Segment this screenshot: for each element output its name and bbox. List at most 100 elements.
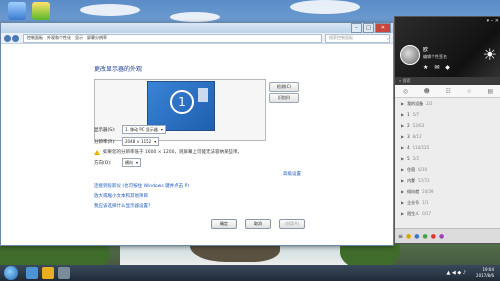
warning-icon <box>94 149 100 155</box>
orientation-value: 横向 <box>125 160 133 165</box>
mail-icon[interactable]: ✉ <box>434 64 439 71</box>
display-select[interactable]: 1. 移动 PC 显示器 ▾ <box>122 125 166 134</box>
chevron-right-icon: ▶ <box>401 189 405 194</box>
group-count: 110/125 <box>412 145 430 150</box>
resolution-select[interactable]: 2048 × 1152 ▾ <box>122 137 160 146</box>
list-item[interactable]: ▶ 企业号 1/1 <box>395 197 500 208</box>
cancel-button[interactable]: 取消 <box>245 219 271 229</box>
app-icon[interactable]: ● <box>431 233 436 240</box>
group-name: 2 <box>407 123 410 128</box>
orientation-select[interactable]: 横向 ▾ <box>122 158 142 167</box>
menu-icon[interactable]: ≡ <box>398 233 403 240</box>
tab-contacts-icon[interactable]: ☻ <box>424 88 430 95</box>
back-icon[interactable] <box>4 34 11 42</box>
list-item[interactable]: ▶ 5 2/2 <box>395 153 500 164</box>
list-item[interactable]: ▶ 内蒙 57/73 <box>395 175 500 186</box>
list-item[interactable]: ▶ 3 8/12 <box>395 131 500 142</box>
window-controls[interactable]: ▾ – ✕ <box>487 18 499 24</box>
chevron-right-icon: ▶ <box>401 123 405 128</box>
list-item[interactable]: ▶ 住宿 6/10 <box>395 164 500 175</box>
app-icon[interactable]: ● <box>439 233 444 240</box>
cube-icon[interactable]: ◆ <box>445 64 450 71</box>
resolution-value: 2048 × 1152 <box>125 139 152 144</box>
signature[interactable]: 编辑个性签名 <box>423 54 447 60</box>
start-icon[interactable] <box>4 266 18 280</box>
group-name: 1 <box>407 112 410 117</box>
identify-button[interactable]: 识别(I) <box>269 93 299 103</box>
cloud <box>290 0 360 14</box>
forward-icon[interactable] <box>12 34 19 42</box>
close-icon[interactable]: ✕ <box>375 23 391 33</box>
breadcrumb-item[interactable]: 屏幕分辨率 <box>87 35 107 41</box>
help-link[interactable]: 我应该选择什么显示器设置? <box>94 203 150 209</box>
orientation-row: 方向(O): 横向 ▾ <box>94 158 142 167</box>
list-item[interactable]: ▶ 2 53/63 <box>395 120 500 131</box>
system-tray[interactable]: ▲ ◀ ◆ ♪ <box>447 270 467 276</box>
breadcrumb-item[interactable]: 外观和个性化 <box>47 35 71 41</box>
list-item[interactable]: ▶ 倾向就 24/39 <box>395 186 500 197</box>
search-input[interactable]: 搜索控制面板 ⌕ <box>325 33 390 43</box>
address-bar: 控制面板 外观和个性化 显示 屏幕分辨率 搜索控制面板 ⌕ <box>1 33 393 44</box>
chevron-down-icon: ▾ <box>154 139 157 144</box>
chevron-right-icon: ▶ <box>401 112 405 117</box>
advanced-settings-link[interactable]: 高级设置 <box>283 171 301 177</box>
tab-more-icon[interactable]: ▤ <box>487 88 493 95</box>
group-count: 8/12 <box>412 134 422 139</box>
detect-button[interactable]: 检测(C) <box>269 82 299 92</box>
list-item[interactable]: ▶ 陌生人 0/17 <box>395 208 500 219</box>
monitor-icon[interactable]: 1 <box>147 81 215 131</box>
star-icon[interactable]: ★ <box>423 64 428 71</box>
group-name: 住宿 <box>407 166 416 172</box>
weather-icon[interactable]: ☀ <box>483 45 497 64</box>
text-size-link[interactable]: 放大或缩小文本和其他项目 <box>94 193 148 199</box>
clock[interactable]: 19:04 2017/8/6 <box>476 267 494 279</box>
qq-search-input[interactable]: ⌕ 搜索 <box>395 77 500 85</box>
app-icon[interactable]: ● <box>414 233 419 240</box>
display-label: 显示器(S): <box>94 127 116 133</box>
app-icon[interactable]: ● <box>423 233 428 240</box>
chevron-right-icon: ▶ <box>401 200 405 205</box>
avatar[interactable] <box>400 45 420 65</box>
chevron-down-icon: ▾ <box>160 127 163 132</box>
display-value: 1. 移动 PC 显示器 <box>125 127 158 132</box>
breadcrumb-item[interactable]: 显示 <box>75 35 83 41</box>
control-panel-icon[interactable] <box>58 267 70 279</box>
orientation-label: 方向(O): <box>94 160 112 166</box>
ok-button[interactable]: 确定 <box>211 219 237 229</box>
minimize-icon[interactable]: – <box>351 23 362 33</box>
list-item[interactable]: ▶ 1 5/7 <box>395 109 500 120</box>
group-name: 陌生人 <box>407 210 420 216</box>
tab-chat-icon[interactable]: ◎ <box>403 88 408 95</box>
list-item[interactable]: ▶ 4 110/125 <box>395 142 500 153</box>
desktop-icon[interactable] <box>32 2 50 20</box>
explorer-icon[interactable] <box>26 267 38 279</box>
group-count: 57/73 <box>418 178 430 183</box>
breadcrumb[interactable]: 控制面板 外观和个性化 显示 屏幕分辨率 <box>23 33 322 43</box>
chrome-icon[interactable] <box>42 267 54 279</box>
monitor-thumbnail <box>198 88 208 102</box>
group-count: 6/10 <box>418 167 428 172</box>
chevron-right-icon: ▶ <box>401 211 405 216</box>
monitor-number: 1 <box>170 90 194 114</box>
maximize-icon[interactable]: □ <box>363 23 374 33</box>
taskbar: ▲ ◀ ◆ ♪ 19:04 2017/8/6 <box>0 265 500 281</box>
clock-date: 2017/8/6 <box>476 273 494 278</box>
tab-space-icon[interactable]: ☆ <box>466 88 471 95</box>
resolution-label: 分辨率(R): <box>94 139 116 145</box>
search-placeholder: 搜索控制面板 <box>329 35 353 40</box>
app-icon[interactable]: ● <box>406 233 411 240</box>
projector-link[interactable]: 连接到投影仪 (也可按住 Windows 键并点击 P) <box>94 183 189 189</box>
user-name: 欧 <box>423 47 429 53</box>
apply-button[interactable]: 应用(A) <box>279 219 305 229</box>
list-item[interactable]: ▶ 我的设备 2/2 <box>395 98 500 109</box>
tab-groups-icon[interactable]: ☷ <box>446 88 451 95</box>
group-count: 53/63 <box>412 123 425 128</box>
group-name: 企业号 <box>407 199 420 205</box>
cloud <box>80 4 140 16</box>
group-count: 1/1 <box>422 200 429 205</box>
title-bar[interactable]: – □ ✕ <box>1 23 393 33</box>
desktop-icon[interactable] <box>8 2 26 20</box>
chevron-right-icon: ▶ <box>401 101 405 106</box>
resolution-row: 分辨率(R): 2048 × 1152 ▾ <box>94 137 160 146</box>
breadcrumb-item[interactable]: 控制面板 <box>27 35 43 41</box>
